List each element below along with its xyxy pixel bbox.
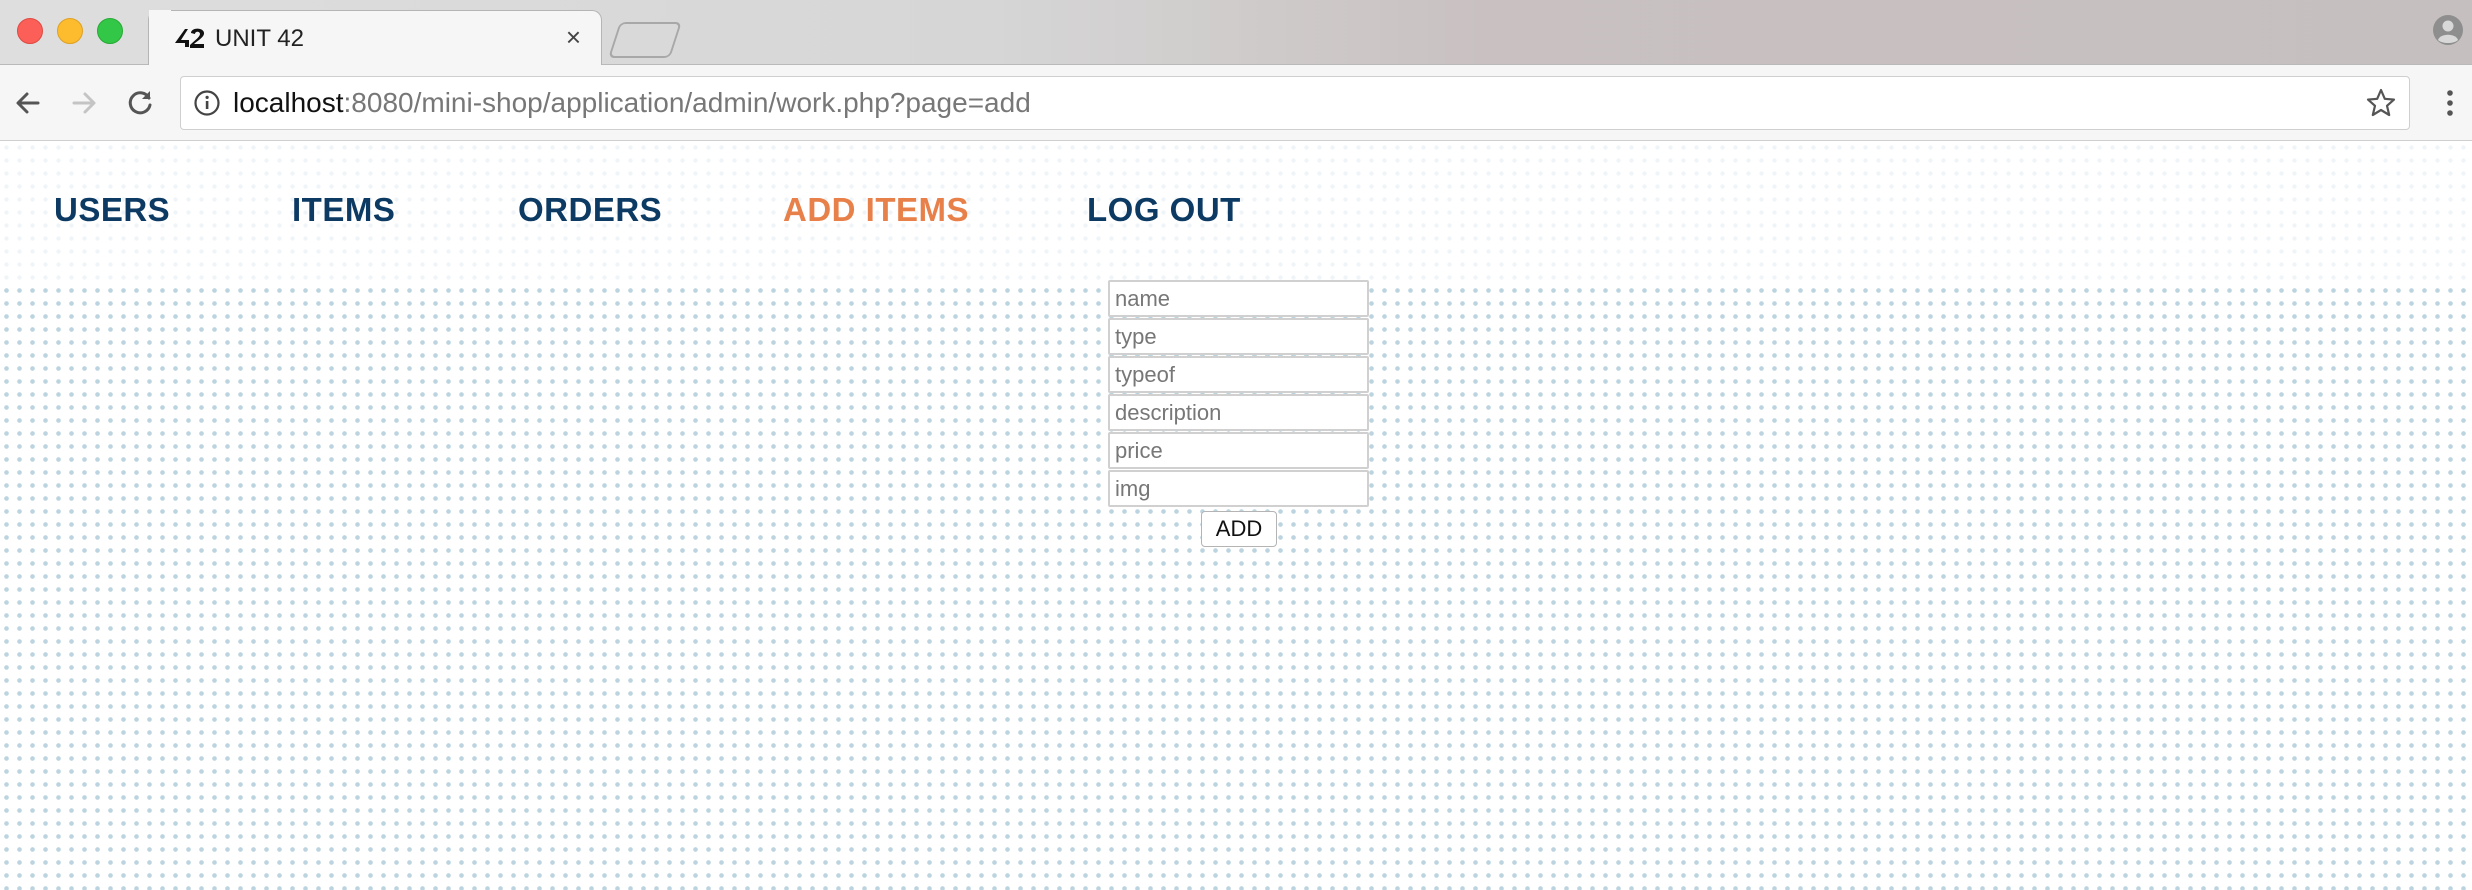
img-field[interactable] [1108,470,1369,507]
add-item-form: ADD [1108,280,1370,547]
name-field[interactable] [1108,280,1369,317]
vertical-dots-icon[interactable] [2438,87,2462,119]
arrow-right-icon[interactable] [66,85,102,121]
info-icon[interactable] [193,89,221,117]
browser-toolbar: localhost:8080/mini-shop/application/adm… [0,65,2472,141]
description-field[interactable] [1108,394,1369,431]
nav-link-log-out[interactable]: LOG OUT [1087,191,1241,229]
price-field[interactable] [1108,432,1369,469]
address-bar[interactable]: localhost:8080/mini-shop/application/adm… [180,76,2410,130]
admin-nav: USERS ITEMS ORDERS ADD ITEMS LOG OUT [0,141,2472,280]
url-host: localhost [233,87,344,118]
browser-chrome: UNIT 42 × localhost:8080/mini-shop/appli… [0,0,2472,141]
tab-close-icon[interactable]: × [566,22,581,52]
profile-icon[interactable] [2432,14,2464,46]
tab-unit42[interactable]: UNIT 42 × [148,10,602,66]
typeof-field[interactable] [1108,356,1369,393]
tab-title: UNIT 42 [215,25,304,52]
page-content: USERS ITEMS ORDERS ADD ITEMS LOG OUT ADD [0,141,2472,890]
url-path: :8080/mini-shop/application/admin/work.p… [343,87,1031,118]
new-tab-button[interactable] [608,22,682,58]
nav-link-users[interactable]: USERS [54,191,170,229]
nav-link-add-items[interactable]: ADD ITEMS [783,191,969,229]
tab-strip: UNIT 42 × [0,0,2472,66]
nav-link-orders[interactable]: ORDERS [518,191,662,229]
close-window-button[interactable] [17,18,43,44]
add-button[interactable]: ADD [1201,511,1277,547]
zoom-window-button[interactable] [97,18,123,44]
arrow-left-icon[interactable] [10,85,46,121]
reload-icon[interactable] [122,85,158,121]
minimize-window-button[interactable] [57,18,83,44]
nav-link-items[interactable]: ITEMS [292,191,395,229]
unit42-logo-icon [173,25,207,51]
type-field[interactable] [1108,318,1369,355]
url-text[interactable]: localhost:8080/mini-shop/application/adm… [233,87,1031,119]
star-icon[interactable] [2365,87,2397,119]
